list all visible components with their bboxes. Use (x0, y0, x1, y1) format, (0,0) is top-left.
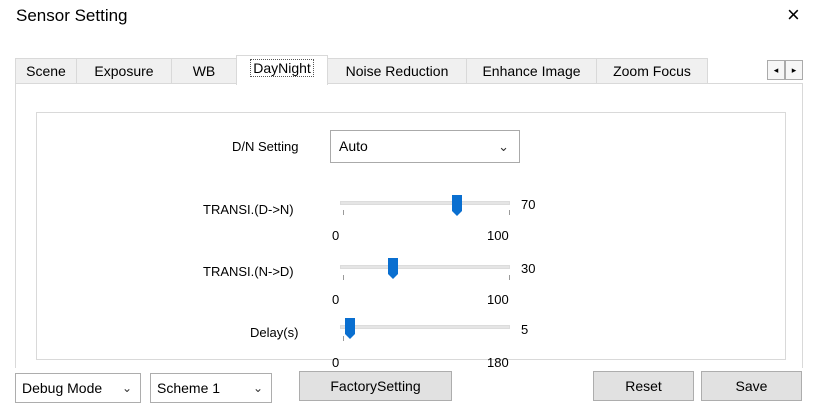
close-icon[interactable]: × (787, 2, 800, 28)
transi-d-n-slider[interactable] (340, 201, 510, 205)
transi-d-n-thumb[interactable] (452, 195, 462, 216)
transi-n-d-label: TRANSI.(N->D) (203, 264, 294, 279)
scheme-value: Scheme 1 (157, 380, 221, 396)
chevron-down-icon: ⌄ (498, 139, 509, 154)
scroll-right-icon[interactable]: ▸ (785, 60, 803, 80)
slider-tick (343, 275, 344, 280)
window-title: Sensor Setting (16, 6, 128, 25)
delay-thumb[interactable] (345, 318, 355, 339)
slider-tick (509, 210, 510, 215)
tab-daynight[interactable]: DayNight (236, 55, 328, 85)
tab-exposure[interactable]: Exposure (76, 58, 172, 83)
delay-slider[interactable] (340, 325, 510, 329)
slider-tick (343, 336, 344, 341)
delay-value: 5 (521, 322, 529, 337)
tab-zoom-focus[interactable]: Zoom Focus (596, 58, 708, 83)
debug-mode-combo[interactable]: Debug Mode ⌄ (15, 373, 141, 403)
transi-d-n-label: TRANSI.(D->N) (203, 202, 294, 217)
chevron-down-icon: ⌄ (252, 381, 263, 395)
transi-n-d-slider[interactable] (340, 265, 510, 269)
slider-tick (343, 210, 344, 215)
chevron-down-icon: ⌄ (121, 381, 132, 395)
scheme-combo[interactable]: Scheme 1 ⌄ (150, 373, 272, 403)
tab-enhance-image[interactable]: Enhance Image (466, 58, 597, 83)
dn-setting-label: D/N Setting (232, 139, 299, 154)
scroll-left-icon[interactable]: ◂ (767, 60, 785, 80)
reset-button[interactable]: Reset (593, 371, 694, 401)
transi-n-d-max: 100 (487, 292, 509, 307)
transi-d-n-max: 100 (487, 228, 509, 243)
slider-tick (509, 275, 510, 280)
transi-n-d-thumb[interactable] (388, 258, 398, 279)
debug-mode-value: Debug Mode (22, 380, 103, 396)
delay-label: Delay(s) (250, 325, 299, 340)
transi-n-d-value: 30 (521, 261, 536, 276)
tab-noise-reduction[interactable]: Noise Reduction (327, 58, 467, 83)
tab-wb[interactable]: WB (171, 58, 237, 83)
factory-setting-button[interactable]: FactorySetting (299, 371, 452, 401)
dn-setting-value: Auto (339, 138, 368, 154)
dn-setting-select[interactable]: Auto ⌄ (330, 130, 520, 163)
save-button[interactable]: Save (701, 371, 802, 401)
transi-d-n-value: 70 (521, 197, 536, 212)
tab-scene[interactable]: Scene (15, 58, 77, 83)
transi-n-d-min: 0 (332, 292, 340, 307)
transi-d-n-min: 0 (332, 228, 340, 243)
